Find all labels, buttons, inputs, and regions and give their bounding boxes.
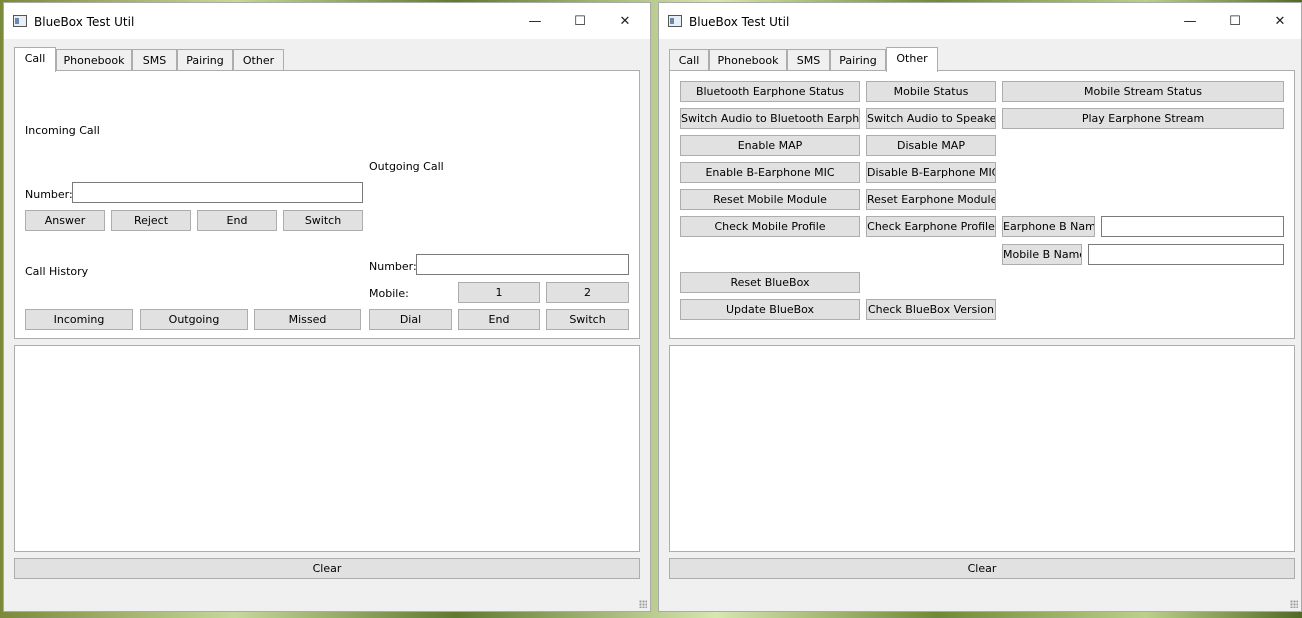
call-panel: Incoming Call Number: Answer Reject End …	[14, 70, 640, 339]
play-earphone-stream-button[interactable]: Play Earphone Stream	[1002, 108, 1284, 129]
number-label: Number:	[25, 188, 73, 201]
tab-sms[interactable]: SMS	[787, 49, 830, 70]
incoming-history-button[interactable]: Incoming	[25, 309, 133, 330]
outgoing-call-label: Outgoing Call	[369, 160, 444, 173]
minimize-icon[interactable]: —	[512, 9, 558, 35]
mobile-status-button[interactable]: Mobile Status	[866, 81, 996, 102]
window-title: BlueBox Test Util	[689, 15, 790, 29]
clear-button[interactable]: Clear	[669, 558, 1295, 579]
call-history-label: Call History	[25, 265, 89, 278]
maximize-icon[interactable]: ☐	[1212, 9, 1258, 35]
mobile-1-button[interactable]: 1	[458, 282, 540, 303]
tab-call[interactable]: Call	[14, 47, 56, 72]
tab-phonebook[interactable]: Phonebook	[709, 49, 787, 70]
resize-grip[interactable]	[639, 600, 647, 608]
reset-mobile-module-button[interactable]: Reset Mobile Module	[680, 189, 860, 210]
log-output[interactable]	[14, 345, 640, 552]
mobile-2-button[interactable]: 2	[546, 282, 629, 303]
mobile-name-input[interactable]	[1088, 244, 1284, 265]
resize-grip[interactable]	[1290, 600, 1298, 608]
minimize-icon[interactable]: —	[1167, 9, 1213, 35]
outgoing-switch-button[interactable]: Switch	[546, 309, 629, 330]
answer-button[interactable]: Answer	[25, 210, 105, 231]
outgoing-history-button[interactable]: Outgoing	[140, 309, 248, 330]
tab-pairing[interactable]: Pairing	[830, 49, 886, 70]
mobile-label: Mobile:	[369, 287, 409, 300]
incoming-call-label: Incoming Call	[25, 124, 100, 137]
disable-mic-button[interactable]: Disable B-Earphone MIC	[866, 162, 996, 183]
enable-map-button[interactable]: Enable MAP	[680, 135, 860, 156]
update-bluebox-button[interactable]: Update BlueBox	[680, 299, 860, 320]
log-output[interactable]	[669, 345, 1295, 552]
disable-map-button[interactable]: Disable MAP	[866, 135, 996, 156]
reset-earphone-module-button[interactable]: Reset Earphone Module	[866, 189, 996, 210]
dial-button[interactable]: Dial	[369, 309, 452, 330]
title-bar[interactable]: BlueBox Test Util — ☐ ✕	[659, 3, 1301, 39]
window-other: BlueBox Test Util — ☐ ✕ Call Phonebook S…	[658, 2, 1302, 612]
app-icon	[668, 15, 682, 27]
switch-button[interactable]: Switch	[283, 210, 363, 231]
window-call: BlueBox Test Util — ☐ ✕ Call Phonebook S…	[3, 2, 651, 612]
earphone-name-input[interactable]	[1101, 216, 1284, 237]
incoming-number-input[interactable]	[72, 182, 363, 203]
enable-mic-button[interactable]: Enable B-Earphone MIC	[680, 162, 860, 183]
tab-sms[interactable]: SMS	[132, 49, 177, 70]
tab-pairing[interactable]: Pairing	[177, 49, 233, 70]
tab-phonebook[interactable]: Phonebook	[56, 49, 132, 70]
check-earphone-profile-button[interactable]: Check Earphone Profile	[866, 216, 996, 237]
title-bar[interactable]: BlueBox Test Util — ☐ ✕	[4, 3, 650, 39]
earphone-name-label: Earphone B Name	[1002, 216, 1095, 237]
reset-bluebox-button[interactable]: Reset BlueBox	[680, 272, 860, 293]
close-icon[interactable]: ✕	[1257, 9, 1302, 35]
close-icon[interactable]: ✕	[602, 9, 648, 35]
check-bluebox-version-button[interactable]: Check BlueBox Version	[866, 299, 996, 320]
maximize-icon[interactable]: ☐	[557, 9, 603, 35]
tab-call[interactable]: Call	[669, 49, 709, 70]
tab-other[interactable]: Other	[886, 47, 938, 72]
missed-history-button[interactable]: Missed	[254, 309, 361, 330]
clear-button[interactable]: Clear	[14, 558, 640, 579]
app-icon	[13, 15, 27, 27]
check-mobile-profile-button[interactable]: Check Mobile Profile	[680, 216, 860, 237]
reject-button[interactable]: Reject	[111, 210, 191, 231]
mobile-stream-status-button[interactable]: Mobile Stream Status	[1002, 81, 1284, 102]
outgoing-number-label: Number:	[369, 260, 417, 273]
window-title: BlueBox Test Util	[34, 15, 135, 29]
switch-audio-bluetooth-button[interactable]: Switch Audio to Bluetooth Earphone	[680, 108, 860, 129]
mobile-name-label: Mobile B Name	[1002, 244, 1082, 265]
outgoing-end-button[interactable]: End	[458, 309, 540, 330]
bluetooth-earphone-status-button[interactable]: Bluetooth Earphone Status	[680, 81, 860, 102]
other-panel: Bluetooth Earphone Status Mobile Status …	[669, 70, 1295, 339]
tab-other[interactable]: Other	[233, 49, 284, 70]
outgoing-number-input[interactable]	[416, 254, 629, 275]
end-button[interactable]: End	[197, 210, 277, 231]
switch-audio-speaker-button[interactable]: Switch Audio to Speaker	[866, 108, 996, 129]
